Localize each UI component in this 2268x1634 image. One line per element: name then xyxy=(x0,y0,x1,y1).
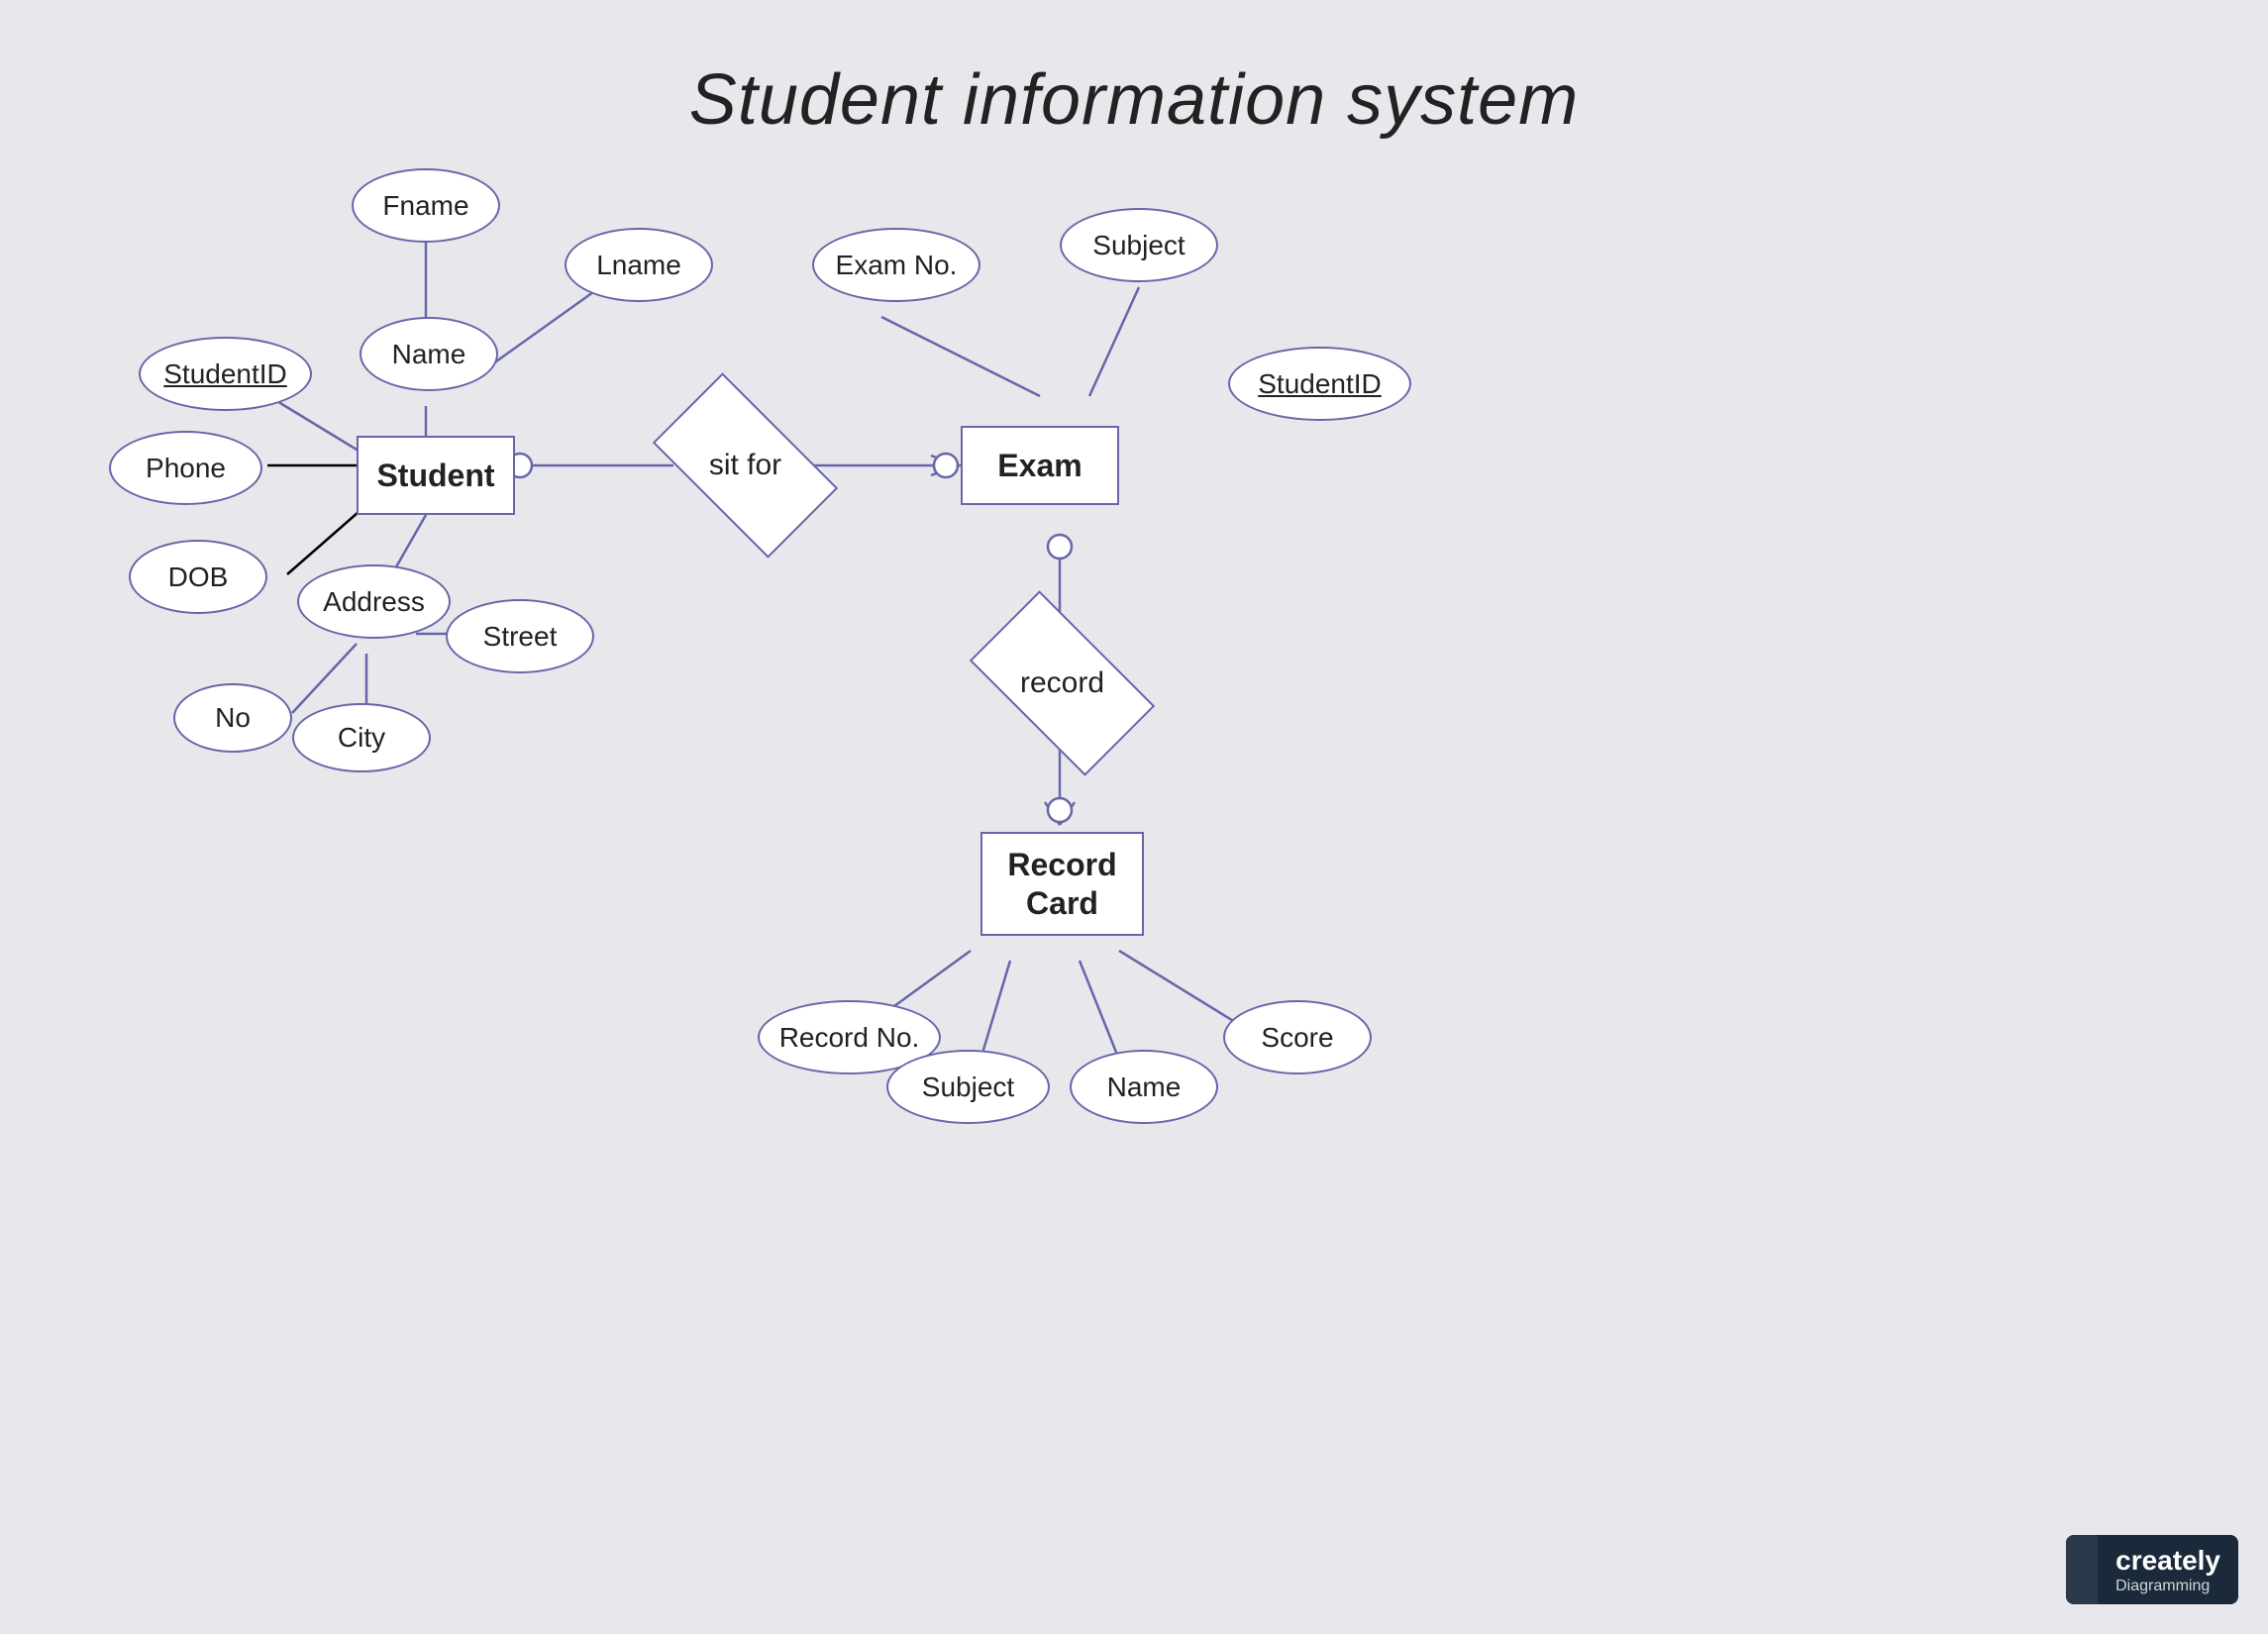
page-title: Student information system xyxy=(0,0,2268,141)
attr-phone: Phone xyxy=(109,431,262,505)
relationship-record: record xyxy=(980,634,1144,733)
attr-lname: Lname xyxy=(565,228,713,302)
attr-student-id2: StudentID xyxy=(1228,347,1411,421)
attr-name-rc: Name xyxy=(1070,1050,1218,1124)
relationship-sit-for: sit for xyxy=(664,416,827,515)
watermark-icon xyxy=(2066,1535,2098,1604)
attr-fname: Fname xyxy=(352,168,500,243)
watermark-brand: creately Diagramming xyxy=(2098,1544,2238,1596)
attr-no: No xyxy=(173,683,292,753)
attr-score: Score xyxy=(1223,1000,1372,1074)
attr-dob: DOB xyxy=(129,540,267,614)
attr-address: Address xyxy=(297,564,451,639)
attr-subject-exam: Subject xyxy=(1060,208,1218,282)
attr-street: Street xyxy=(446,599,594,673)
diagram-container: Student information system xyxy=(0,0,2268,1634)
attr-subject-rc: Subject xyxy=(886,1050,1050,1124)
watermark: creately Diagramming xyxy=(2066,1535,2238,1604)
attr-name-student: Name xyxy=(360,317,498,391)
entity-record-card: Record Card xyxy=(980,832,1144,936)
attr-exam-no: Exam No. xyxy=(812,228,980,302)
entity-exam: Exam xyxy=(961,426,1119,505)
attr-student-id: StudentID xyxy=(139,337,312,411)
attr-city: City xyxy=(292,703,431,772)
entity-student: Student xyxy=(357,436,515,515)
